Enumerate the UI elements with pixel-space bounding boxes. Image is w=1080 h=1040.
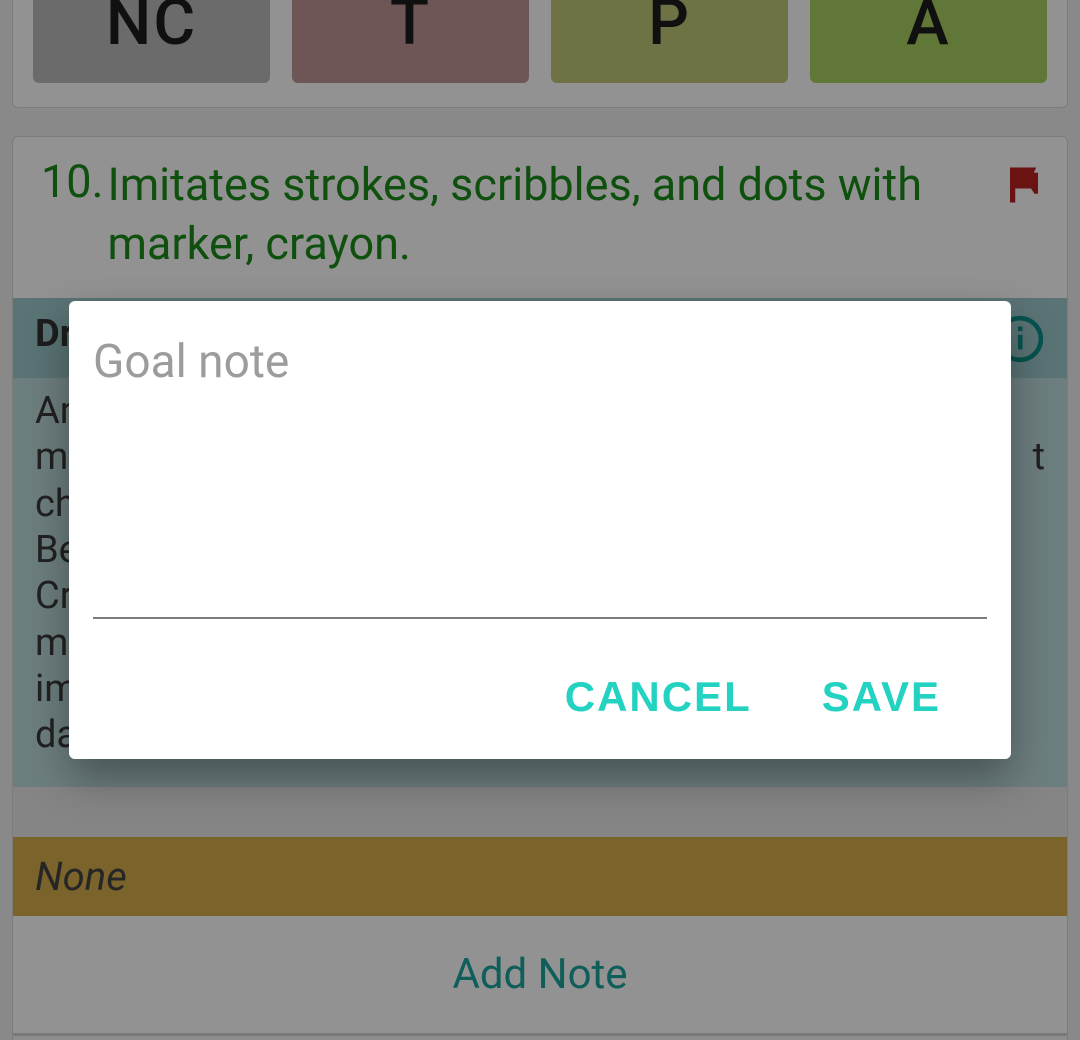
goal-note-input[interactable] <box>93 561 987 619</box>
dialog-label: Goal note <box>93 335 289 389</box>
modal-overlay[interactable]: Goal note CANCEL SAVE <box>0 0 1080 1040</box>
save-button[interactable]: SAVE <box>822 673 941 721</box>
dialog-input-wrap: Goal note <box>93 339 987 619</box>
dialog-actions: CANCEL SAVE <box>93 619 987 731</box>
page-root: NC T P A 10. Imitates strokes, scribbles… <box>0 0 1080 1040</box>
goal-note-dialog: Goal note CANCEL SAVE <box>69 301 1011 759</box>
cancel-button[interactable]: CANCEL <box>565 673 752 721</box>
